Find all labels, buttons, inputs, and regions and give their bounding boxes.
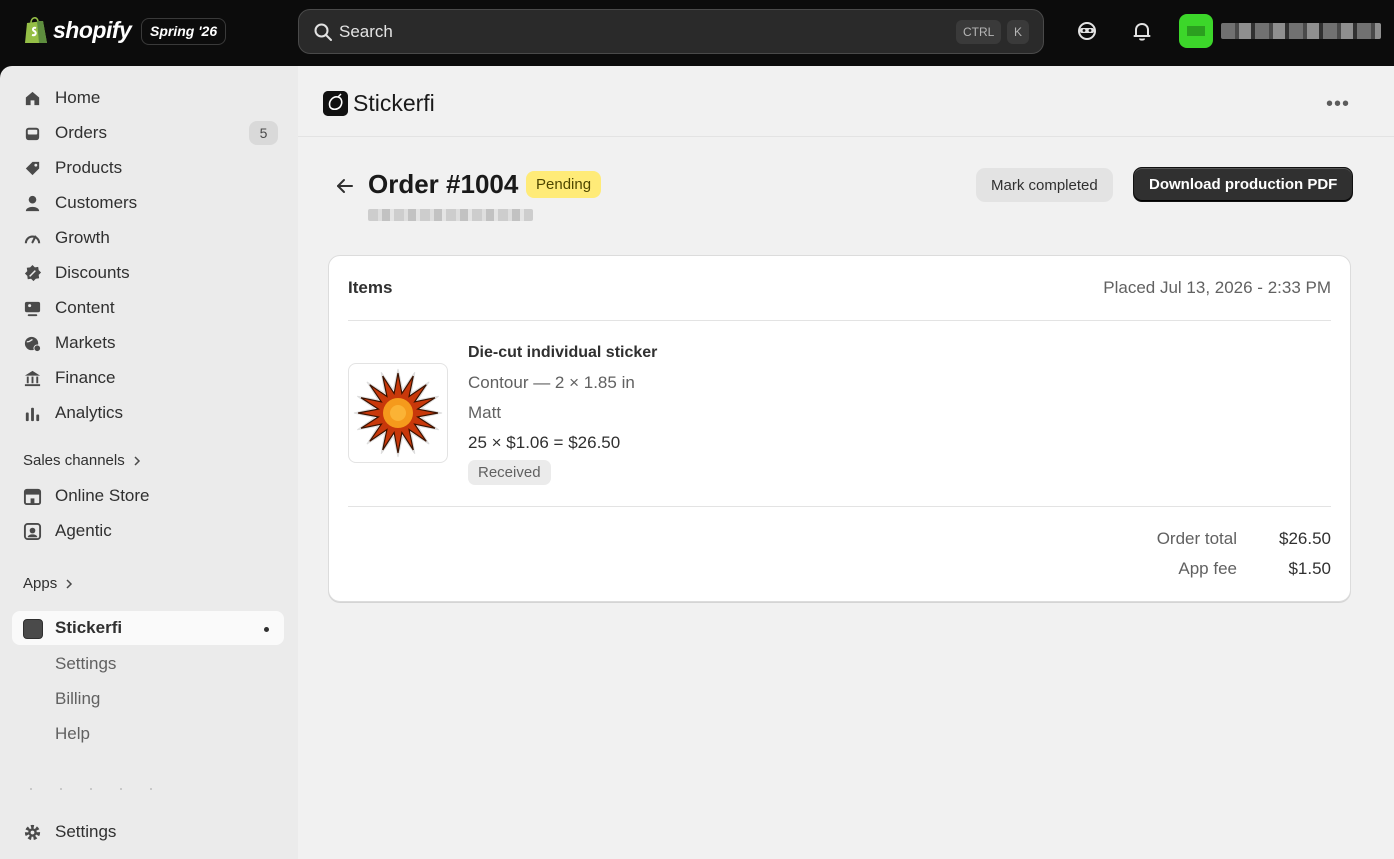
shortcut-ctrl-key: CTRL (956, 20, 1002, 44)
sidebar-item-label: Agentic (55, 521, 112, 540)
tag-icon (25, 161, 40, 176)
sales-channels-heading[interactable]: Sales channels (23, 452, 142, 469)
sidebar-item-settings[interactable]: Settings (12, 815, 284, 849)
app-fee-label: App fee (1178, 559, 1237, 578)
section-label: Apps (23, 575, 58, 592)
globe-icon (24, 336, 42, 353)
item-pricing: 25 × $1.06 = $26.50 (468, 433, 621, 452)
content-icon (24, 301, 41, 317)
sidebar-item-label: Content (55, 298, 115, 317)
gauge-icon (24, 235, 41, 244)
app-header: Stickerfi ••• (298, 66, 1394, 137)
customer-email-redacted (368, 209, 533, 221)
sidebar-item-label: Growth (55, 228, 110, 247)
home-icon (25, 91, 40, 106)
stickerfi-logo-icon (323, 91, 348, 116)
sidebar-item-label: Finance (55, 368, 116, 387)
top-bar: shopify Spring '26 CTRL K (0, 0, 1394, 66)
sidebar-item-products[interactable]: Products (12, 151, 284, 185)
bank-icon (24, 370, 41, 387)
sidebar-item-agentic[interactable]: Agentic (12, 514, 284, 548)
agentic-icon (23, 522, 42, 541)
stickerfi-app-icon (23, 619, 43, 639)
sidebar-item-label: Markets (55, 333, 116, 352)
item-status-badge: Received (468, 460, 551, 485)
app-fee-value: $1.50 (1288, 559, 1331, 578)
section-label: Sales channels (23, 452, 125, 469)
sidebar-item-label: Discounts (55, 263, 130, 282)
faded-divider (30, 788, 170, 790)
status-badge: Pending (526, 171, 602, 198)
item-shape: Contour — 2 × 1.85 in (468, 373, 635, 392)
sidebar-item-online-store[interactable]: Online Store (12, 479, 284, 513)
orders-count-badge: 5 (249, 121, 278, 145)
store-avatar (1179, 14, 1213, 48)
store-name-redacted (1221, 23, 1381, 39)
divider (348, 320, 1331, 321)
items-card: Items Placed Jul 13, 2026 - 2:33 PM Die-… (328, 255, 1351, 602)
main-content: Stickerfi ••• Order #1004 Pending Mark c… (298, 66, 1394, 859)
sidebar-item-label: Customers (55, 193, 138, 212)
orders-icon (25, 127, 40, 141)
sidebar-item-analytics[interactable]: Analytics (12, 396, 284, 430)
person-icon (25, 195, 40, 212)
back-arrow-icon[interactable] (333, 174, 357, 198)
bar-chart-icon (25, 407, 40, 422)
edition-badge[interactable]: Spring '26 (141, 18, 227, 45)
shortcut-k-key: K (1007, 20, 1030, 44)
active-indicator-dot (264, 627, 269, 632)
sidebar-item-finance[interactable]: Finance (12, 361, 284, 395)
sidebar-item-label: Online Store (55, 486, 150, 505)
account-menu[interactable] (1179, 14, 1384, 48)
sidebar-item-markets[interactable]: Markets (12, 326, 284, 360)
search-input[interactable] (339, 20, 899, 44)
discount-icon (24, 264, 42, 282)
apps-heading[interactable]: Apps (23, 575, 74, 592)
sidebar-item-orders[interactable]: Orders 5 (12, 116, 284, 150)
sidebar-item-label: Products (55, 158, 123, 177)
item-name: Die-cut individual sticker (468, 344, 658, 361)
order-title: Order #1004 (368, 169, 519, 199)
download-pdf-button[interactable]: Download production PDF (1133, 167, 1354, 202)
sidebar-item-label: Analytics (55, 403, 124, 422)
sidebar-item-home[interactable]: Home (12, 81, 284, 115)
sticker-thumbnail[interactable] (348, 363, 448, 463)
sidebar-subitem-settings[interactable]: Settings (55, 654, 116, 674)
shopify-logo[interactable]: shopify (23, 15, 132, 45)
chevron-right-icon (134, 455, 140, 466)
sidebar-item-content[interactable]: Content (12, 291, 284, 325)
sidebar-subitem-billing[interactable]: Billing (55, 689, 100, 709)
placed-timestamp: Placed Jul 13, 2026 - 2:33 PM (1103, 278, 1331, 297)
card-title: Items (348, 278, 393, 297)
brand-wordmark: shopify (53, 16, 132, 43)
sidebar-item-customers[interactable]: Customers (12, 186, 284, 220)
app-title: Stickerfi (353, 90, 435, 116)
sidebar-item-discounts[interactable]: Discounts (12, 256, 284, 290)
search-bar[interactable]: CTRL K (298, 9, 1044, 54)
sidekick-assistant-icon[interactable] (1074, 18, 1100, 44)
sticker-starburst-image (353, 368, 443, 458)
sidebar-subitem-help[interactable]: Help (55, 724, 90, 744)
sidebar-item-stickerfi[interactable]: Stickerfi (12, 611, 284, 645)
order-total-value: $26.50 (1279, 529, 1331, 548)
divider (348, 506, 1331, 507)
sidebar-item-label: Home (55, 88, 101, 107)
sidebar-item-label: Settings (55, 822, 117, 841)
gear-icon (24, 824, 41, 841)
search-icon (314, 23, 332, 41)
ellipsis-icon: ••• (1325, 93, 1350, 115)
notifications-bell-icon[interactable] (1129, 18, 1155, 44)
sidebar-item-growth[interactable]: Growth (12, 221, 284, 255)
shopify-bag-icon (25, 17, 47, 43)
store-icon (23, 488, 42, 506)
sidebar-item-label: Orders (55, 123, 107, 142)
sidebar: Home Orders 5 Products Customers Growth … (0, 66, 298, 859)
mark-completed-button[interactable]: Mark completed (976, 168, 1113, 202)
sidebar-item-label: Stickerfi (55, 618, 123, 637)
item-customer-name: Matt (468, 403, 502, 422)
more-actions-button[interactable]: ••• (1323, 90, 1353, 118)
chevron-right-icon (66, 578, 73, 589)
order-total-label: Order total (1156, 529, 1237, 548)
